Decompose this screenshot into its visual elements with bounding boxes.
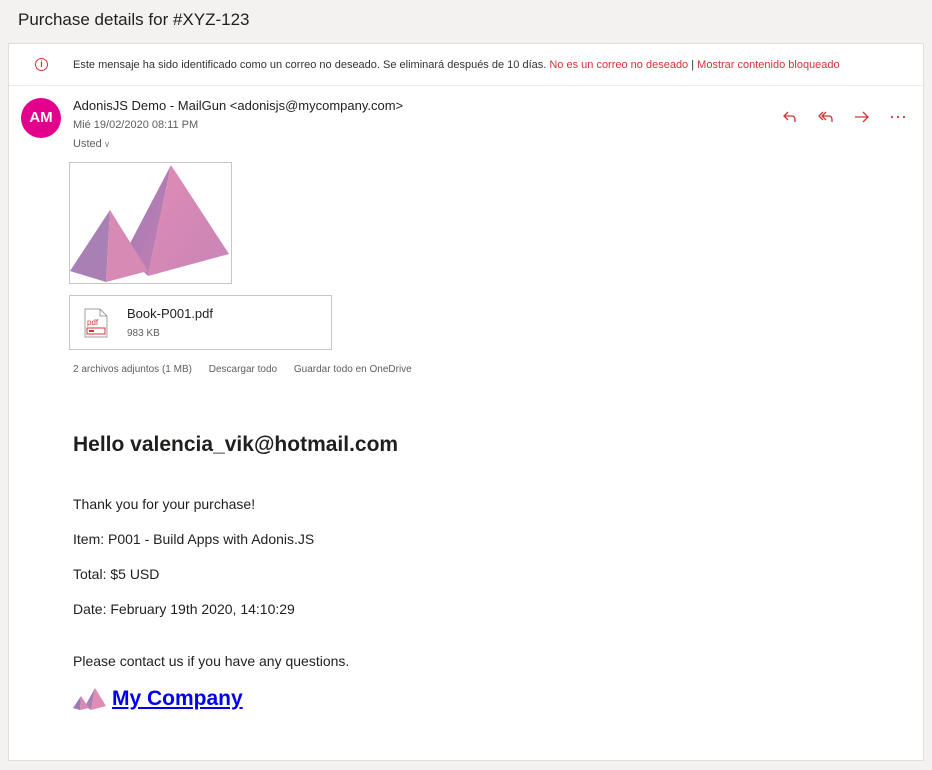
pdf-attachment[interactable]: pdf Book-P001.pdf 983 KB — [69, 295, 332, 350]
banner-separator: | — [691, 59, 695, 71]
sender-avatar[interactable]: AM — [21, 98, 61, 138]
attachment-file-size: 983 KB — [127, 328, 160, 339]
save-to-onedrive-link[interactable]: Guardar todo en OneDrive — [294, 364, 412, 375]
email-subject: Purchase details for #XYZ-123 — [18, 10, 250, 29]
image-attachment-thumbnail[interactable] — [69, 162, 232, 284]
message-actions — [779, 106, 909, 128]
reading-pane: i Este mensaje ha sido identificado como… — [8, 43, 924, 761]
not-junk-link[interactable]: No es un correo no deseado — [549, 59, 688, 71]
forward-button[interactable] — [851, 106, 873, 128]
attachment-summary: 2 archivos adjuntos (1 MB) — [73, 364, 192, 375]
reply-all-button[interactable] — [815, 106, 837, 128]
info-icon: i — [35, 58, 48, 71]
date-text: Date: February 19th 2020, 14:10:29 — [73, 601, 295, 617]
junk-message: Este mensaje ha sido identificado como u… — [73, 59, 547, 71]
sent-date: Mié 19/02/2020 08:11 PM — [73, 119, 199, 131]
pdf-file-icon: pdf — [84, 308, 108, 338]
pyramids-image — [70, 165, 229, 282]
reply-icon — [783, 111, 796, 122]
company-link[interactable]: My Company — [112, 687, 243, 711]
recipient-toggle[interactable]: Usted ∨ — [73, 138, 110, 150]
total-text: Total: $5 USD — [73, 566, 160, 582]
show-blocked-content-link[interactable]: Mostrar contenido bloqueado — [697, 59, 839, 71]
contact-text: Please contact us if you have any questi… — [73, 653, 350, 669]
sender-name[interactable]: AdonisJS Demo - MailGun <adonisjs@mycomp… — [73, 98, 403, 113]
company-logo-icon — [73, 688, 106, 710]
more-actions-button[interactable] — [887, 106, 909, 128]
thanks-text: Thank you for your purchase! — [73, 496, 256, 512]
reply-button[interactable] — [779, 106, 801, 128]
junk-banner-text: Este mensaje ha sido identificado como u… — [73, 59, 840, 71]
download-all-link[interactable]: Descargar todo — [209, 364, 277, 375]
junk-banner: i Este mensaje ha sido identificado como… — [9, 44, 923, 86]
attachment-actions: 2 archivos adjuntos (1 MB) Descargar tod… — [73, 364, 426, 375]
company-footer: My Company — [73, 687, 243, 711]
recipient-label: Usted — [73, 138, 102, 150]
title-bar: Purchase details for #XYZ-123 — [0, 0, 932, 40]
forward-icon — [855, 111, 869, 123]
chevron-down-icon: ∨ — [103, 139, 111, 149]
svg-text:pdf: pdf — [87, 318, 99, 327]
item-text: Item: P001 - Build Apps with Adonis.JS — [73, 531, 315, 547]
attachment-file-name: Book-P001.pdf — [127, 306, 214, 321]
email-greeting: Hello valencia_vik@hotmail.com — [73, 433, 399, 456]
more-icon — [890, 115, 906, 119]
reply-all-icon — [818, 111, 833, 122]
